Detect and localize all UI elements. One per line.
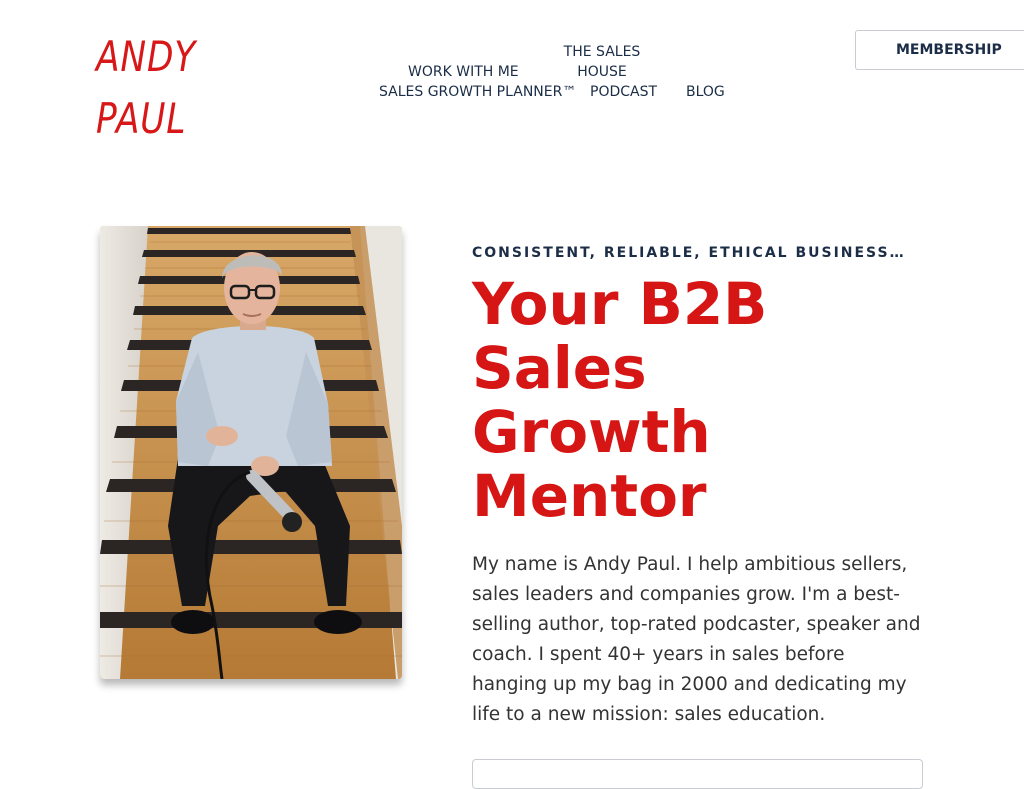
hero-headline-line-2: Sales [472,334,647,402]
nav-sales-growth-planner[interactable]: SALES GROWTH PLANNER™ [379,82,576,102]
hero-portrait-photo [100,226,402,679]
logo-line-1: ANDY [96,32,197,81]
logo[interactable]: ANDY PAUL [96,26,197,150]
hero-headline-line-1: Your B2B [472,270,768,338]
membership-button[interactable]: MEMBERSHIP [855,30,1024,70]
hero-eyebrow: CONSISTENT, RELIABLE, ETHICAL BUSINESS… [472,245,906,261]
logo-line-2: PAUL [96,94,187,143]
hero-headline-line-4: Mentor [472,462,707,530]
nav-podcast[interactable]: PODCAST [590,82,657,102]
hero-cta-box[interactable] [472,759,923,789]
hero-headline-line-3: Growth [472,398,711,466]
hero-headline: Your B2B Sales Growth Mentor [472,272,802,528]
nav-work-with-me[interactable]: WORK WITH ME [408,62,519,82]
nav-the-sales-house-line-2: HOUSE [577,64,627,80]
nav-the-sales-house-line-1: THE SALES [563,44,641,60]
nav-the-sales-house[interactable]: THE SALES HOUSE [560,42,644,82]
hero-intro-text: My name is Andy Paul. I help ambitious s… [472,554,921,725]
nav-blog[interactable]: BLOG [686,82,725,102]
